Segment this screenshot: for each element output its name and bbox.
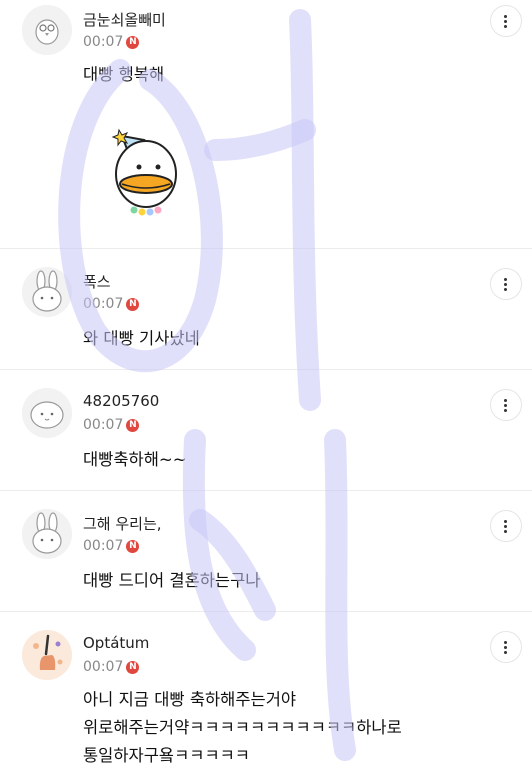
comment-text: 대빵 행복해	[83, 65, 165, 84]
comment-meta: 00:07 N	[83, 296, 140, 312]
new-badge: N	[126, 660, 140, 674]
comment-meta: 00:07 N	[83, 659, 140, 675]
new-badge: N	[126, 35, 140, 49]
comment-time: 00:07	[83, 296, 124, 312]
avatar[interactable]	[22, 509, 72, 559]
comment-item: Optátum 00:07 N 아니 지금 대빵 축하해주는거야 위로해주는거약…	[0, 612, 532, 769]
blob-face-icon	[22, 388, 72, 438]
more-vertical-icon	[504, 278, 507, 281]
comment-meta: 00:07 N	[83, 538, 140, 554]
comment-author[interactable]: 폭스	[83, 271, 111, 292]
more-options-button[interactable]	[490, 5, 522, 37]
comment-text-line: 아니 지금 대빵 축하해주는거야	[83, 690, 297, 709]
avatar[interactable]	[22, 388, 72, 438]
party-duck-sticker	[108, 122, 186, 222]
comment-author[interactable]: 48205760	[83, 392, 159, 410]
painted-hand-icon	[22, 630, 72, 680]
avatar[interactable]	[22, 5, 72, 55]
comment-item: 금눈쇠올빼미 00:07 N 대빵 행복해	[0, 0, 532, 249]
more-options-button[interactable]	[490, 389, 522, 421]
comment-item: 48205760 00:07 N 대빵축하해~~	[0, 370, 532, 491]
comment-item: 그해 우리는, 00:07 N 대빵 드디어 결혼하는구나	[0, 491, 532, 612]
more-vertical-icon	[504, 520, 507, 523]
comment-time: 00:07	[83, 417, 124, 433]
avatar[interactable]	[22, 630, 72, 680]
comment-text-line: 통일하자구욬ㅋㅋㅋㅋㅋ	[83, 746, 250, 765]
comment-text: 대빵축하해~~	[83, 450, 187, 469]
comment-meta: 00:07 N	[83, 34, 140, 50]
more-options-button[interactable]	[490, 268, 522, 300]
comment-text: 와 대빵 기사났네	[83, 329, 200, 348]
comment-author[interactable]: 금눈쇠올빼미	[83, 9, 166, 30]
comment-author[interactable]: Optátum	[83, 634, 149, 652]
new-badge: N	[126, 418, 140, 432]
comment-time: 00:07	[83, 659, 124, 675]
comment-time: 00:07	[83, 34, 124, 50]
comment-item: 폭스 00:07 N 와 대빵 기사났네	[0, 249, 532, 370]
more-vertical-icon	[504, 15, 507, 18]
new-badge: N	[126, 539, 140, 553]
owl-icon	[22, 5, 72, 55]
more-vertical-icon	[504, 399, 507, 402]
avatar[interactable]	[22, 267, 72, 317]
comment-author[interactable]: 그해 우리는,	[83, 513, 162, 534]
comment-text: 대빵 드디어 결혼하는구나	[83, 571, 261, 590]
rabbit-icon	[22, 267, 72, 317]
rabbit-icon	[22, 509, 72, 559]
more-options-button[interactable]	[490, 510, 522, 542]
comment-meta: 00:07 N	[83, 417, 140, 433]
new-badge: N	[126, 297, 140, 311]
more-options-button[interactable]	[490, 631, 522, 663]
comment-text-line: 위로해주는거약ㅋㅋㅋㅋㅋㅋㅋㅋㅋㅋㅋ하나로	[83, 718, 402, 737]
more-vertical-icon	[504, 641, 507, 644]
comment-time: 00:07	[83, 538, 124, 554]
